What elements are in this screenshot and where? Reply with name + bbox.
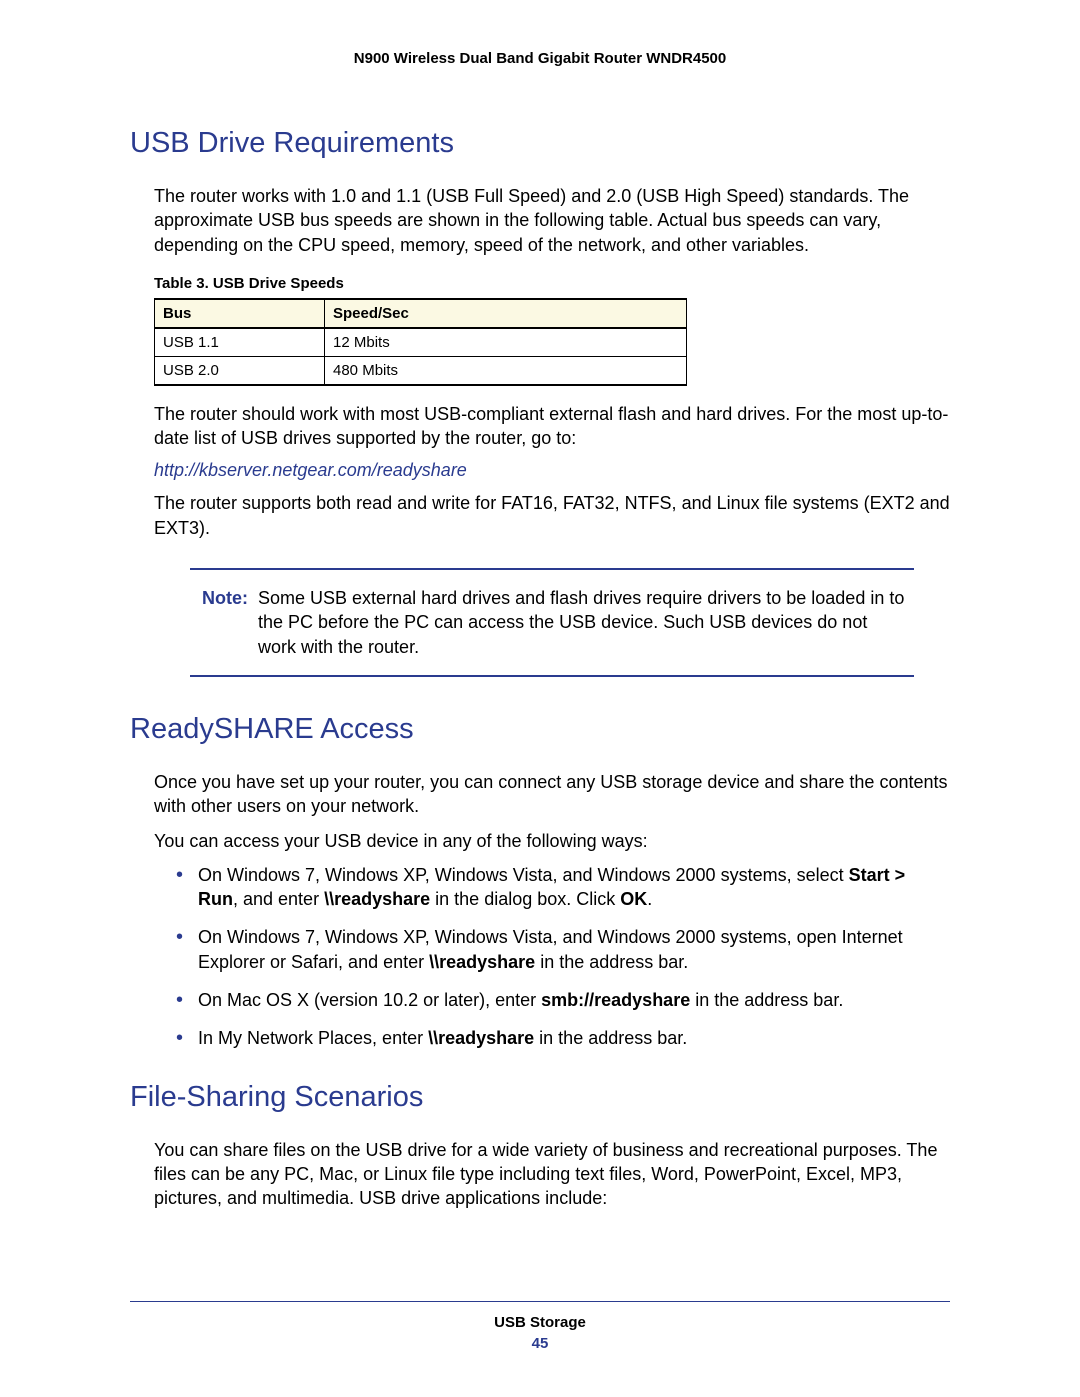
note-block: Note: Some USB external hard drives and … bbox=[190, 568, 914, 677]
page-footer: USB Storage 45 bbox=[130, 1301, 950, 1352]
footer-page-number: 45 bbox=[130, 1335, 950, 1352]
usb-speeds-table: Bus Speed/Sec USB 1.1 12 Mbits USB 2.0 4… bbox=[154, 298, 687, 386]
list-text: in the address bar. bbox=[535, 952, 688, 972]
body-paragraph: The router works with 1.0 and 1.1 (USB F… bbox=[154, 184, 950, 257]
footer-chapter: USB Storage bbox=[130, 1314, 950, 1331]
list-item: In My Network Places, enter \\readyshare… bbox=[176, 1026, 950, 1050]
list-text: On Windows 7, Windows XP, Windows Vista,… bbox=[198, 865, 849, 885]
body-paragraph: You can share files on the USB drive for… bbox=[154, 1138, 950, 1211]
list-text: in the address bar. bbox=[690, 990, 843, 1010]
body-paragraph: You can access your USB device in any of… bbox=[154, 829, 950, 853]
list-text: . bbox=[647, 889, 652, 909]
body-paragraph: Once you have set up your router, you ca… bbox=[154, 770, 950, 819]
list-bold: \\readyshare bbox=[324, 889, 430, 909]
access-methods-list: On Windows 7, Windows XP, Windows Vista,… bbox=[154, 863, 950, 1051]
list-bold: \\readyshare bbox=[429, 952, 535, 972]
table-row: USB 1.1 12 Mbits bbox=[155, 328, 687, 357]
table-row: USB 2.0 480 Mbits bbox=[155, 356, 687, 385]
table-cell-speed: 12 Mbits bbox=[325, 328, 687, 357]
body-paragraph: The router should work with most USB-com… bbox=[154, 402, 950, 451]
list-text: , and enter bbox=[233, 889, 324, 909]
section-heading-usb-requirements: USB Drive Requirements bbox=[130, 127, 950, 160]
table-header-bus: Bus bbox=[155, 299, 325, 328]
list-bold: \\readyshare bbox=[428, 1028, 534, 1048]
body-paragraph: The router supports both read and write … bbox=[154, 491, 950, 540]
list-text: in the dialog box. Click bbox=[430, 889, 620, 909]
list-bold: OK bbox=[620, 889, 647, 909]
table-caption: Table 3. USB Drive Speeds bbox=[154, 275, 950, 292]
list-bold: smb://readyshare bbox=[541, 990, 690, 1010]
list-text: On Mac OS X (version 10.2 or later), ent… bbox=[198, 990, 541, 1010]
table-cell-speed: 480 Mbits bbox=[325, 356, 687, 385]
list-text: in the address bar. bbox=[534, 1028, 687, 1048]
list-text: In My Network Places, enter bbox=[198, 1028, 428, 1048]
table-header-speed: Speed/Sec bbox=[325, 299, 687, 328]
note-body: Some USB external hard drives and flash … bbox=[258, 588, 904, 657]
table-cell-bus: USB 2.0 bbox=[155, 356, 325, 385]
table-cell-bus: USB 1.1 bbox=[155, 328, 325, 357]
note-text: Note: Some USB external hard drives and … bbox=[196, 586, 908, 659]
section-heading-readyshare: ReadySHARE Access bbox=[130, 713, 950, 746]
note-label: Note: bbox=[202, 588, 248, 608]
list-item: On Mac OS X (version 10.2 or later), ent… bbox=[176, 988, 950, 1012]
section-heading-file-sharing: File-Sharing Scenarios bbox=[130, 1081, 950, 1114]
readyshare-link[interactable]: http://kbserver.netgear.com/readyshare bbox=[154, 460, 950, 481]
table-header-row: Bus Speed/Sec bbox=[155, 299, 687, 328]
list-item: On Windows 7, Windows XP, Windows Vista,… bbox=[176, 863, 950, 912]
document-header: N900 Wireless Dual Band Gigabit Router W… bbox=[130, 50, 950, 67]
list-item: On Windows 7, Windows XP, Windows Vista,… bbox=[176, 925, 950, 974]
